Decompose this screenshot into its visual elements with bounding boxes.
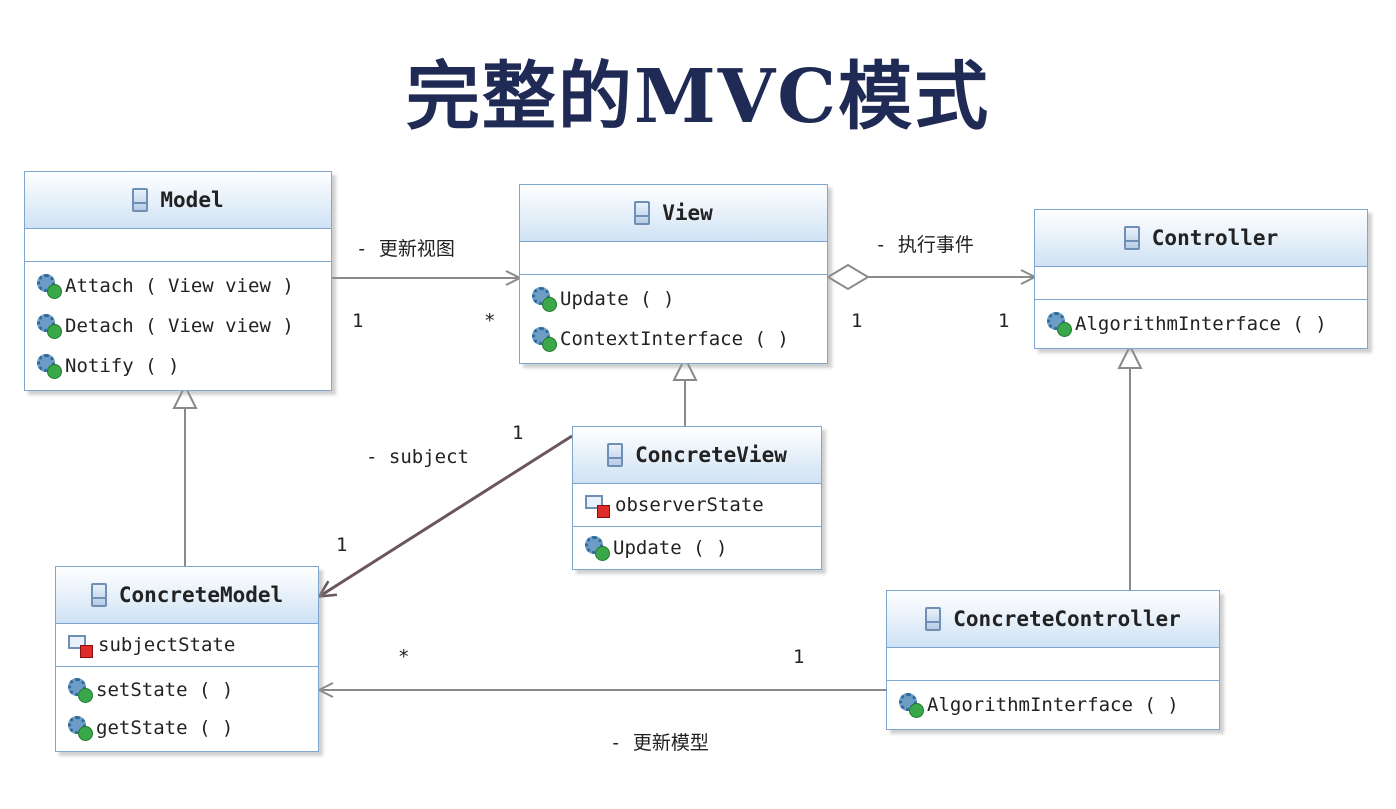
method-row: ContextInterface ( ): [520, 319, 827, 359]
method-name: AlgorithmInterface ( ): [1075, 313, 1327, 335]
method-row: Update ( ): [520, 279, 827, 319]
public-method-icon: [37, 274, 62, 299]
method-row: Attach ( View view ): [25, 266, 331, 306]
method-row: AlgorithmInterface ( ): [887, 685, 1219, 725]
class-concreteview-fields: observerState: [573, 484, 821, 527]
class-model-header: Model: [25, 172, 331, 229]
class-concretecontroller-name: ConcreteController: [953, 607, 1181, 631]
class-concretemodel-name: ConcreteModel: [118, 583, 284, 607]
method-row: AlgorithmInterface ( ): [1035, 304, 1367, 344]
multiplicity-update-model-source: 1: [793, 646, 805, 668]
class-view-methods: Update ( ) ContextInterface ( ): [520, 275, 827, 363]
class-concreteview[interactable]: ConcreteView observerState Update ( ): [572, 426, 822, 570]
method-name: getState ( ): [96, 717, 234, 739]
association-label-subject: - subject: [366, 446, 469, 468]
multiplicity-update-model-target: *: [398, 646, 410, 668]
method-row: getState ( ): [56, 709, 318, 747]
class-concretecontroller[interactable]: ConcreteController AlgorithmInterface ( …: [886, 590, 1220, 730]
private-field-icon: [585, 493, 610, 518]
class-concreteview-name: ConcreteView: [635, 443, 787, 467]
class-concreteview-methods: Update ( ): [573, 527, 821, 569]
method-name: Update ( ): [560, 288, 675, 310]
public-method-icon: [532, 287, 557, 312]
method-name: Attach ( View view ): [65, 275, 294, 297]
class-icon: [1123, 226, 1140, 250]
multiplicity-subject-target: 1: [336, 534, 348, 556]
class-controller-name: Controller: [1151, 226, 1279, 250]
class-controller-fields: [1035, 267, 1367, 300]
class-concretemodel-fields: subjectState: [56, 624, 318, 667]
class-model-fields: [25, 229, 331, 262]
public-method-icon: [68, 716, 93, 741]
field-name: subjectState: [98, 634, 236, 656]
class-concretemodel[interactable]: ConcreteModel subjectState setState ( ) …: [55, 566, 319, 752]
multiplicity-subject-source: 1: [512, 422, 524, 444]
private-field-icon: [68, 633, 93, 658]
class-model-methods: Attach ( View view ) Detach ( View view …: [25, 262, 331, 390]
class-icon: [607, 443, 624, 467]
association-label-update-model: - 更新模型: [610, 732, 709, 754]
field-name: observerState: [615, 494, 764, 516]
class-concretemodel-methods: setState ( ) getState ( ): [56, 667, 318, 751]
class-icon: [925, 607, 942, 631]
method-row: Update ( ): [573, 531, 821, 565]
class-icon: [634, 201, 651, 225]
field-row: subjectState: [56, 628, 318, 662]
aggregation-diamond: [826, 263, 870, 291]
method-row: Detach ( View view ): [25, 306, 331, 346]
class-icon: [90, 583, 107, 607]
multiplicity-view-controller-source: 1: [851, 310, 863, 332]
method-name: Update ( ): [613, 537, 728, 559]
class-concreteview-header: ConcreteView: [573, 427, 821, 484]
field-row: observerState: [573, 488, 821, 522]
public-method-icon: [68, 678, 93, 703]
method-row: setState ( ): [56, 671, 318, 709]
association-label-model-view: - 更新视图: [356, 238, 455, 260]
class-view-header: View: [520, 185, 827, 242]
class-controller-methods: AlgorithmInterface ( ): [1035, 300, 1367, 348]
method-name: ContextInterface ( ): [560, 328, 789, 350]
class-concretecontroller-methods: AlgorithmInterface ( ): [887, 681, 1219, 729]
method-row: Notify ( ): [25, 346, 331, 386]
class-icon: [132, 188, 149, 212]
multiplicity-view-controller-target: 1: [998, 310, 1010, 332]
class-view[interactable]: View Update ( ) ContextInterface ( ): [519, 184, 828, 364]
class-view-fields: [520, 242, 827, 275]
multiplicity-model-view-target: *: [484, 310, 496, 332]
public-method-icon: [37, 354, 62, 379]
public-method-icon: [37, 314, 62, 339]
class-model-name: Model: [160, 188, 224, 212]
multiplicity-model-view-source: 1: [352, 310, 364, 332]
public-method-icon: [585, 536, 610, 561]
method-name: AlgorithmInterface ( ): [927, 694, 1179, 716]
public-method-icon: [899, 693, 924, 718]
class-concretemodel-header: ConcreteModel: [56, 567, 318, 624]
public-method-icon: [532, 327, 557, 352]
method-name: setState ( ): [96, 679, 234, 701]
class-view-name: View: [662, 201, 713, 225]
class-controller[interactable]: Controller AlgorithmInterface ( ): [1034, 209, 1368, 349]
class-concretecontroller-header: ConcreteController: [887, 591, 1219, 648]
class-concretecontroller-fields: [887, 648, 1219, 681]
class-model[interactable]: Model Attach ( View view ) Detach ( View…: [24, 171, 332, 391]
method-name: Detach ( View view ): [65, 315, 294, 337]
class-controller-header: Controller: [1035, 210, 1367, 267]
public-method-icon: [1047, 312, 1072, 337]
method-name: Notify ( ): [65, 355, 180, 377]
association-label-view-controller: - 执行事件: [875, 234, 974, 256]
